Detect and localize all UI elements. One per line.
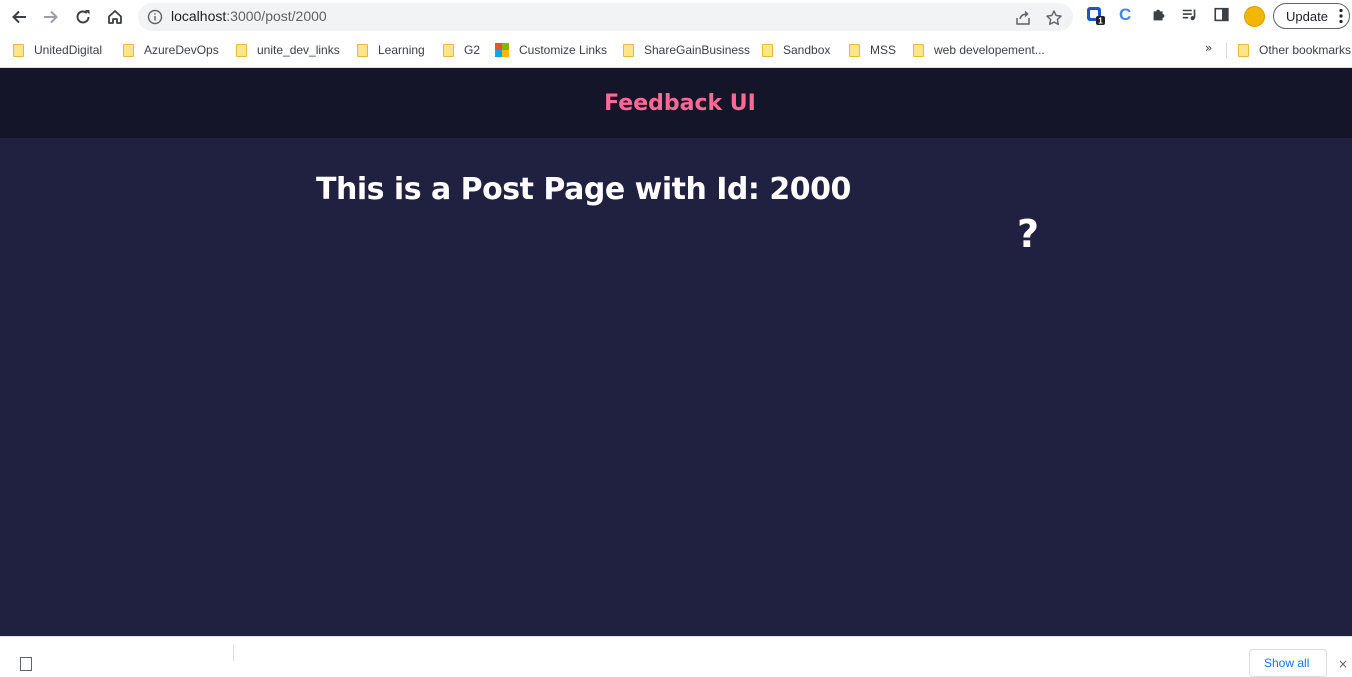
close-icon[interactable]: × bbox=[1338, 657, 1348, 671]
folder-icon bbox=[236, 43, 247, 57]
show-all-button[interactable]: Show all bbox=[1249, 649, 1327, 677]
app-header: Feedback UI bbox=[0, 68, 1352, 138]
update-button-label: Update bbox=[1286, 8, 1328, 24]
update-button[interactable]: Update bbox=[1273, 3, 1350, 29]
bookmarks-divider bbox=[1226, 42, 1227, 58]
bookmark-label: Customize Links bbox=[519, 43, 608, 57]
address-bar[interactable]: localhost:3000/post/2000 bbox=[138, 3, 1073, 31]
extension-badge-icon[interactable]: 1 bbox=[1086, 6, 1106, 26]
home-icon[interactable] bbox=[103, 5, 127, 29]
url-text[interactable]: localhost:3000/post/2000 bbox=[171, 8, 327, 24]
extensions-puzzle-icon[interactable] bbox=[1150, 6, 1170, 26]
bookmark-label: Learning bbox=[378, 43, 425, 57]
question-mark-icon[interactable]: ? bbox=[1017, 212, 1039, 256]
other-bookmarks-label: Other bookmarks bbox=[1259, 43, 1352, 57]
bookmarks-bar: UnitedDigital AzureDevOps unite_dev_link… bbox=[0, 34, 1352, 68]
bookmark-sharegainbusiness[interactable]: ShareGainBusiness bbox=[623, 41, 750, 59]
url-host: localhost bbox=[171, 8, 227, 24]
bookmark-azuredevops[interactable]: AzureDevOps bbox=[123, 41, 219, 59]
bookmark-label: ShareGainBusiness bbox=[644, 43, 751, 57]
folder-icon bbox=[913, 43, 924, 57]
bookmark-learning[interactable]: Learning bbox=[357, 41, 425, 59]
bookmark-uniteddigital[interactable]: UnitedDigital bbox=[13, 41, 102, 59]
bookmark-sandbox[interactable]: Sandbox bbox=[762, 41, 830, 59]
profile-avatar[interactable] bbox=[1244, 6, 1265, 27]
bookmark-label: AzureDevOps bbox=[144, 43, 219, 57]
forward-arrow-icon[interactable] bbox=[39, 5, 63, 29]
folder-icon bbox=[443, 43, 454, 57]
other-bookmarks[interactable]: Other bookmarks bbox=[1238, 41, 1351, 59]
folder-icon bbox=[13, 43, 24, 57]
folder-icon bbox=[123, 43, 134, 57]
download-divider bbox=[233, 645, 234, 661]
extension-badge-count: 1 bbox=[1098, 17, 1103, 26]
bookmark-customize-links[interactable]: Customize Links bbox=[495, 41, 607, 59]
folder-icon bbox=[1238, 43, 1249, 57]
bookmark-label: G2 bbox=[464, 43, 481, 57]
bookmark-mss[interactable]: MSS bbox=[849, 41, 896, 59]
bookmark-web-developement[interactable]: web developement... bbox=[913, 41, 1045, 59]
share-icon[interactable] bbox=[1014, 9, 1032, 27]
extension-c-icon[interactable]: C bbox=[1119, 5, 1139, 25]
bookmark-label: MSS bbox=[870, 43, 897, 57]
app-title: Feedback UI bbox=[604, 90, 756, 116]
more-menu-icon[interactable] bbox=[1339, 8, 1343, 24]
bookmark-label: unite_dev_links bbox=[257, 43, 340, 57]
folder-icon bbox=[623, 43, 634, 57]
bookmark-unite-dev-links[interactable]: unite_dev_links bbox=[236, 41, 340, 59]
folder-icon bbox=[849, 43, 860, 57]
post-page-heading: This is a Post Page with Id: 2000 bbox=[316, 172, 851, 207]
file-icon[interactable] bbox=[20, 657, 32, 671]
browser-toolbar: localhost:3000/post/2000 1 C Update bbox=[0, 0, 1352, 34]
folder-icon bbox=[762, 43, 773, 57]
site-info-icon[interactable] bbox=[147, 9, 163, 25]
bookmark-label: UnitedDigital bbox=[34, 43, 103, 57]
reload-icon[interactable] bbox=[71, 5, 95, 29]
media-queue-icon[interactable] bbox=[1181, 6, 1201, 26]
folder-icon bbox=[357, 43, 368, 57]
back-arrow-icon[interactable] bbox=[7, 5, 31, 29]
bookmarks-overflow-chevron-icon[interactable]: » bbox=[1205, 41, 1212, 55]
url-path: :3000/post/2000 bbox=[226, 8, 327, 24]
download-bar: Show all × bbox=[0, 636, 1352, 677]
bookmark-label: Sandbox bbox=[783, 43, 831, 57]
microsoft-logo-icon bbox=[495, 43, 509, 57]
bookmark-label: web developement... bbox=[934, 43, 1045, 57]
bookmark-star-icon[interactable] bbox=[1045, 9, 1063, 27]
post-page-content: This is a Post Page with Id: 2000 ? bbox=[0, 138, 1352, 636]
bookmark-g2[interactable]: G2 bbox=[443, 41, 480, 59]
side-panel-icon[interactable] bbox=[1213, 6, 1233, 26]
